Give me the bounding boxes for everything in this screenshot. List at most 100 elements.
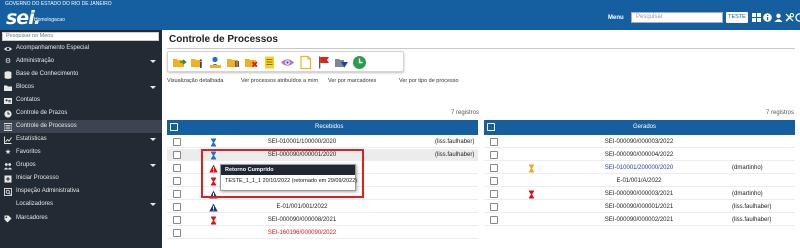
assigned-user[interactable]: (dmartinho) [732,162,763,174]
process-link[interactable]: E-01/001/A/2022 [584,175,694,187]
finish-process-icon[interactable] [244,55,259,70]
table-row[interactable]: SEI-000090/000003/2022 [484,136,795,148]
sobrestar-icon[interactable] [226,55,241,70]
row-checkbox[interactable] [490,203,498,211]
sidebar-item-estatisticas[interactable]: Estatísticas [0,133,162,146]
chevron-down-icon [150,203,156,206]
deadline-icon[interactable] [334,55,349,70]
sidebar-item-grupos[interactable]: Grupos [0,159,162,172]
sidebar-search-input[interactable]: Pesquisar no Menu [2,32,159,41]
table-row[interactable]: SEI-010001/100000/2020 (liss.faulhaber) [167,136,478,148]
info-icon[interactable] [763,13,772,22]
row-checkbox[interactable] [490,151,498,159]
link-visualizacao-detalhada[interactable]: Visualização detalhada [167,78,223,84]
menu-toggle-link[interactable]: Menu [608,15,624,21]
sidebar-item-localizadores[interactable]: Localizadores [0,198,162,211]
table-row[interactable]: SEI-000090/000002/2021 (liss.faulhaber) [484,214,795,226]
assigned-user[interactable]: (dmartinho) [732,188,763,200]
row-checkbox[interactable] [173,177,181,185]
sidebar-item-controle-prazos[interactable]: Controle de Prazos [0,107,162,120]
row-checkbox[interactable] [173,151,181,159]
hourglass-orange-icon[interactable] [527,164,536,173]
list-icon [3,123,13,131]
inspection-icon [4,188,12,196]
grid-icon[interactable] [752,13,761,22]
include-block-icon[interactable] [262,55,277,70]
row-checkbox[interactable] [173,203,181,211]
table-row[interactable]: SEI-000090/000008/2021 [167,214,478,226]
table-row[interactable]: SEI-000090/000004/2022 [484,149,795,161]
annotation-icon[interactable] [298,55,313,70]
sidebar-item-contatos[interactable]: Contatos [0,94,162,107]
table-row[interactable]: SEI-010001/200000/2020 (dmartinho) [484,162,795,174]
link-processos-atribuidos[interactable]: Ver processos atribuídos a mim [241,78,318,84]
row-checkbox[interactable] [173,229,181,237]
table-row[interactable]: E-01/001/A/2022 [484,175,795,187]
row-checkbox[interactable] [490,190,498,198]
process-link[interactable]: SEI-000090/000004/2022 [584,149,694,161]
search-input[interactable]: Pesquisar [631,12,723,23]
sidebar-item-iniciar-processo[interactable]: Iniciar Processo [0,172,162,185]
marker-icon[interactable] [316,55,331,70]
link-ver-por-marcadores[interactable]: Ver por marcadores [328,78,376,84]
database-icon [4,71,12,79]
assigned-user[interactable]: (liss.faulhaber) [435,149,474,161]
process-link[interactable]: SEI-000090/000003/2022 [584,136,694,148]
sidebar-item-inspecao[interactable]: Inspeção Administrativa [0,185,162,198]
assigned-user[interactable]: (liss.faulhaber) [732,214,771,226]
unit-selector[interactable]: TESTE [726,12,748,23]
sidebar-item-marcadores[interactable]: Marcadores [0,212,162,225]
row-checkbox[interactable] [490,216,498,224]
acompanhamento-icon[interactable] [280,55,295,70]
row-checkbox[interactable] [490,164,498,172]
recebidos-count: 7 registros [451,110,480,116]
row-checkbox[interactable] [173,190,181,198]
row-checkbox[interactable] [490,138,498,146]
process-link[interactable]: SEI-010001/100000/2020 [247,136,357,148]
sidebar-item-label: Contatos [16,97,41,103]
update-progress-icon[interactable] [190,55,205,70]
user-icon[interactable] [774,13,783,22]
sidebar-item-blocos[interactable]: Blocos [0,81,162,94]
row-checkbox[interactable] [173,138,181,146]
chevron-down-icon [150,60,156,63]
select-all-recebidos-checkbox[interactable] [170,123,178,131]
assigned-user[interactable]: (liss.faulhaber) [732,201,771,213]
row-checkbox[interactable] [173,216,181,224]
hourglass-blue-icon[interactable] [209,138,218,147]
tools-icon[interactable] [785,12,795,22]
main-content: Controle de Processos Visualização detal… [162,30,800,248]
sidebar-item-favoritos[interactable]: ★ Favoritos [0,146,162,159]
assign-process-icon[interactable] [208,55,223,70]
table-row[interactable]: SEI-000090/000003/2021 (dmartinho) [484,188,795,200]
folder-icon [4,84,12,92]
process-link[interactable]: SEI-000090/000008/2021 [247,214,357,226]
select-all-gerados-checkbox[interactable] [487,123,495,131]
sidebar-item-administracao[interactable]: ⚙ Administração [0,55,162,68]
sidebar-item-label: Estatísticas [16,136,47,142]
tooltip-body: TESTE_1_1_1 20/10/2022 (retornado em 29/… [225,178,358,184]
send-process-icon[interactable] [172,55,187,70]
hourglass-red-icon[interactable] [527,190,536,199]
link-ver-por-tipo[interactable]: Ver por tipo de processo [399,78,459,84]
logout-icon[interactable] [795,13,800,22]
process-link[interactable]: SEI-160196/000090/2022 [247,227,357,239]
assigned-user[interactable]: (liss.faulhaber) [435,136,474,148]
sidebar-item-base-conhecimento[interactable]: Base de Conhecimento [0,68,162,81]
table-row[interactable]: SEI-000090/000001/2021 (liss.faulhaber) [484,201,795,213]
row-checkbox[interactable] [173,164,181,172]
row-checkbox[interactable] [490,177,498,185]
table-row[interactable]: SEI-160196/000090/2022 [167,227,478,239]
process-link[interactable]: SEI-010001/200000/2020 [584,162,694,174]
sidebar-item-controle-processos[interactable]: Controle de Processos [0,120,162,133]
warning-blue-icon[interactable] [209,203,218,212]
process-link[interactable]: SEI-000090/000001/2021 [584,201,694,213]
sidebar-item-acompanhamento[interactable]: Acompanhamento Especial [0,42,162,55]
process-link[interactable]: SEI-000090/000002/2021 [584,214,694,226]
table-row[interactable]: E-01/001/001/2022 [167,201,478,213]
process-link[interactable]: E-01/001/001/2022 [247,201,357,213]
chevron-down-icon [150,138,156,141]
blocks-icon[interactable] [352,55,367,70]
process-link[interactable]: SEI-000090/000003/2021 [584,188,694,200]
hourglass-red-icon[interactable] [209,216,218,225]
